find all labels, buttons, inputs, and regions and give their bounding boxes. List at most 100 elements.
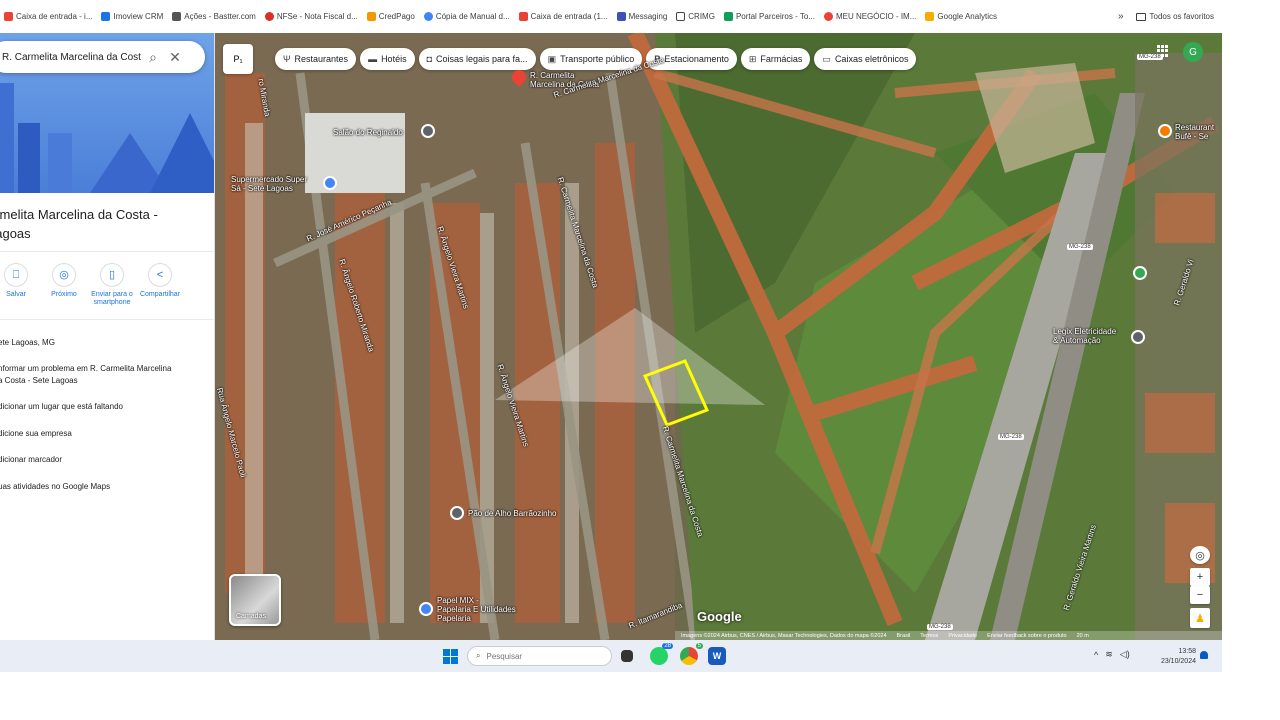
divider [0, 319, 214, 320]
clock-time: 13:58 [1178, 648, 1196, 655]
road-badge: MG-238 [998, 434, 1024, 440]
notification-bell-icon[interactable] [1200, 651, 1208, 659]
nearby-button[interactable]: ◎ Próximo [40, 263, 88, 307]
poi-pao-label[interactable]: Pão de Alho Barrãozinho [468, 509, 557, 518]
taskbar-search-input[interactable] [486, 651, 587, 661]
nearby-icon: ◎ [52, 263, 76, 287]
folder-icon [1135, 12, 1146, 21]
filter-things-to-do[interactable]: ◘ Coisas legais para fa... [418, 48, 536, 70]
word-icon[interactable]: W [708, 647, 726, 665]
place-sidebar: ⌕ ✕ armelita Marcelina da Costa - Lagoas… [0, 33, 215, 640]
map-type-button[interactable]: P₁ [223, 44, 253, 74]
layers-label: Camadas [236, 613, 266, 620]
bookmarks-bar: Caixa de entrada - i... Imoview CRM Açõe… [0, 0, 1222, 33]
country-link[interactable]: Brasil [897, 633, 911, 639]
road-badge: MG-238 [1067, 244, 1093, 250]
bookmarks-overflow-button[interactable]: » [1118, 11, 1124, 22]
scale-bar[interactable]: 20 m [1077, 633, 1089, 639]
bookmark-meu-negocio[interactable]: MEU NEGÓCIO - IM... [823, 12, 916, 21]
pharmacy-icon: ⊞ [748, 53, 757, 64]
search-box[interactable]: ⌕ ✕ [0, 41, 205, 73]
wifi-icon[interactable]: ≋ [1105, 649, 1113, 660]
add-label-link[interactable]: dicionar marcador [0, 454, 208, 466]
chrome-doc-icon [423, 12, 433, 21]
portal-icon [723, 12, 733, 21]
street-view-pegman[interactable]: ♟ [1190, 608, 1210, 628]
feedback-link[interactable]: Enviar feedback sobre o produto [987, 633, 1067, 639]
messaging-icon [616, 12, 626, 21]
bookmark-analytics[interactable]: Google Analytics [925, 12, 997, 21]
bastter-icon [172, 12, 182, 21]
poi-papel-label[interactable]: Papel MIX - Papelaria E Utilidades Papel… [437, 596, 516, 623]
terms-link[interactable]: Termos [920, 633, 938, 639]
bookmark-nfse[interactable]: NFSe - Nota Fiscal d... [264, 12, 358, 21]
poi-supermercado-icon[interactable] [323, 176, 337, 190]
bookmark-manual[interactable]: Cópia de Manual d... [423, 12, 510, 21]
bookmark-portal[interactable]: Portal Parceiros - To... [723, 12, 815, 21]
add-missing-place-link[interactable]: dicionar um lugar que está faltando [0, 401, 208, 413]
all-bookmarks-folder[interactable]: Todos os favoritos [1135, 12, 1214, 21]
send-to-phone-icon: ▯ [100, 263, 124, 287]
layers-toggle[interactable]: Camadas [229, 574, 281, 626]
road-badge: MG-238 [927, 624, 953, 630]
taskbar-search[interactable]: ⌕ [467, 646, 612, 666]
bookmark-imoview[interactable]: Imoview CRM [101, 12, 163, 21]
chevron-up-icon[interactable]: ^ [1094, 650, 1098, 660]
search-icon: ⌕ [476, 651, 481, 660]
bookmark-messaging[interactable]: Messaging [616, 12, 667, 21]
restaurant-icon: Ψ [283, 54, 291, 64]
filter-pharmacies[interactable]: ⊞ Farmácias [740, 48, 811, 70]
place-title: armelita Marcelina da Costa - Lagoas [0, 207, 158, 241]
save-button[interactable]: ⎕ Salvar [0, 263, 40, 307]
bookmark-credpago[interactable]: CredPago [366, 12, 415, 21]
camera-icon: ◘ [426, 54, 433, 64]
chrome-icon[interactable]: 5 [680, 643, 703, 665]
nfse-icon [264, 12, 274, 21]
task-view-icon[interactable] [621, 650, 633, 662]
whatsapp-icon[interactable]: 28 [650, 643, 673, 665]
road-badge: MG-238 [1137, 54, 1163, 60]
zoom-in-button[interactable]: + [1190, 568, 1210, 586]
poi-park-icon[interactable] [1133, 266, 1147, 280]
filter-atms[interactable]: ▭ Caixas eletrônicos [814, 48, 917, 70]
bookmark-crimg[interactable]: CRIMG [676, 12, 715, 21]
search-icon[interactable]: ⌕ [142, 46, 164, 68]
place-actions: ⎕ Salvar ◎ Próximo ▯ Enviar para o smartpho… [0, 263, 184, 307]
poi-restaurant-label[interactable]: Restaurant Bufê - Se [1175, 123, 1214, 141]
poi-legix-label[interactable]: Legix Eletricidade & Automação [1053, 327, 1116, 345]
filter-hotels[interactable]: ▬ Hotéis [360, 48, 415, 70]
imoview-icon [101, 12, 111, 21]
poi-restaurant-icon[interactable] [1158, 124, 1172, 138]
poi-papel-icon[interactable] [419, 602, 433, 616]
maps-activity-link[interactable]: uas atividades no Google Maps [0, 481, 208, 493]
satellite-map[interactable]: P₁ Ψ Restaurantes ▬ Hotéis ◘ Coisas legais … [215, 33, 1222, 640]
search-input[interactable] [2, 51, 142, 63]
poi-salao-icon[interactable] [421, 124, 435, 138]
send-to-phone-button[interactable]: ▯ Enviar para o smartphone [88, 263, 136, 307]
poi-salao-label[interactable]: Salão do Reginaldo [333, 128, 403, 137]
minus-icon: − [1196, 589, 1204, 601]
poi-pao-icon[interactable] [450, 506, 464, 520]
account-avatar[interactable]: G [1183, 42, 1203, 62]
bookmark-gmail-1[interactable]: Caixa de entrada - i... [4, 12, 92, 21]
credpago-icon [366, 12, 376, 21]
windows-start-icon[interactable] [443, 649, 458, 664]
volume-icon[interactable]: ◁) [1120, 649, 1130, 660]
pegman-icon: ♟ [1195, 612, 1205, 625]
address-line: ete Lagoas, MG [0, 338, 55, 347]
windows-taskbar: ⌕ 28 5 W ^ ≋ ◁) 13:58 23/10/2024 [0, 640, 1222, 672]
filter-restaurants[interactable]: Ψ Restaurantes [275, 48, 357, 70]
bookmark-gmail-2[interactable]: Caixa de entrada (1... [518, 12, 608, 21]
privacy-link[interactable]: Privacidade [948, 633, 977, 639]
zoom-out-button[interactable]: − [1190, 586, 1210, 604]
report-problem-link[interactable]: nformar um problema em R. Carmelita Marc… [0, 363, 208, 387]
my-location-button[interactable]: ◎ [1190, 546, 1210, 564]
close-icon[interactable]: ✕ [164, 46, 186, 68]
share-button[interactable]: < Compartilhar [136, 263, 184, 307]
system-clock[interactable]: 13:58 23/10/2024 [1152, 647, 1196, 667]
bookmark-bastter[interactable]: Ações - Bastter.com [172, 12, 256, 21]
poi-legix-icon[interactable] [1131, 330, 1145, 344]
poi-supermercado-label[interactable]: Supermercado Super Sá - Sete Lagoas [231, 175, 307, 193]
add-business-link[interactable]: dicione sua empresa [0, 428, 208, 440]
clock-date: 23/10/2024 [1160, 658, 1196, 665]
